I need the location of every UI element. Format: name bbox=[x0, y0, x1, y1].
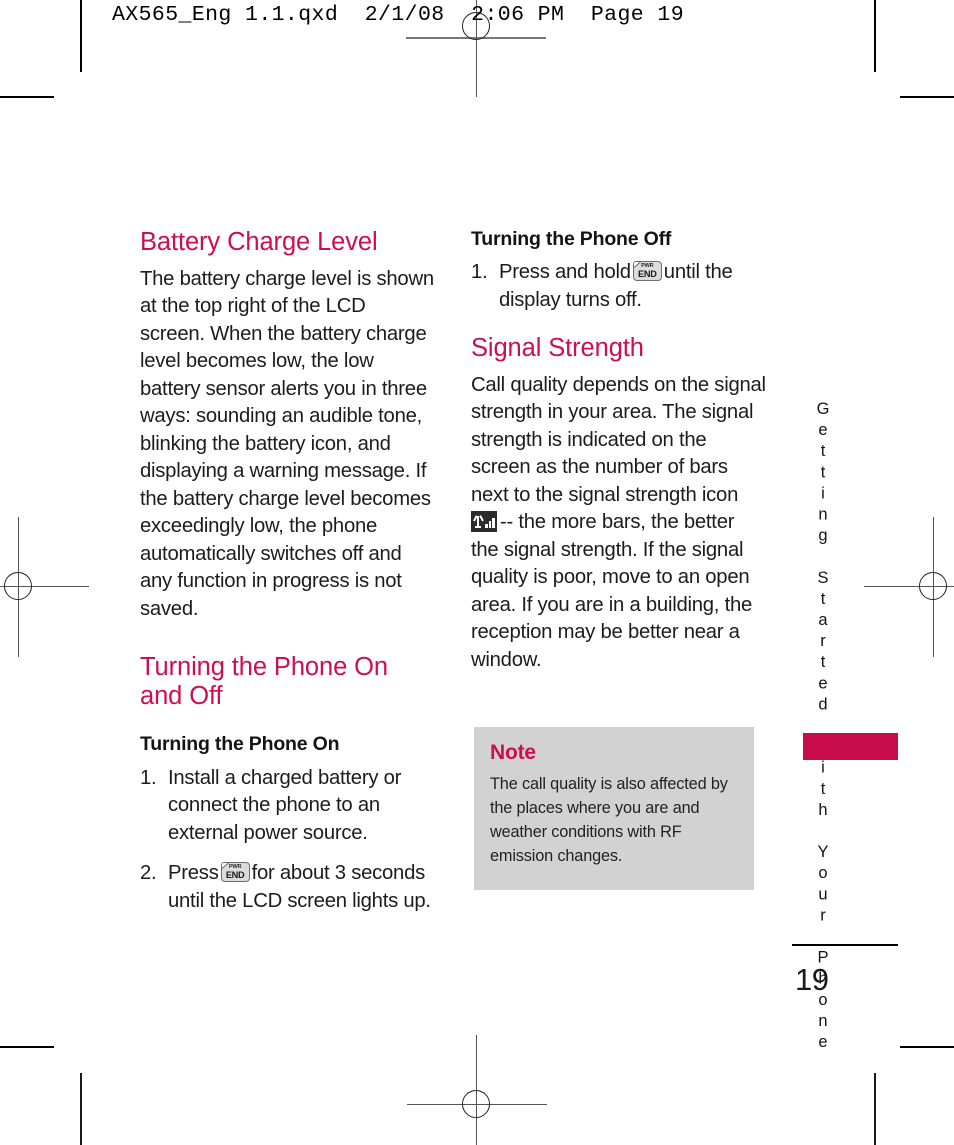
section-tab-marker bbox=[803, 733, 898, 760]
step-text: Install a charged battery or connect the… bbox=[168, 766, 402, 844]
key-label-end: END bbox=[638, 268, 657, 279]
heading-battery-charge-level: Battery Charge Level bbox=[140, 228, 378, 256]
note-body-text: The call quality is also affected by the… bbox=[490, 775, 728, 866]
signal-strength-icon bbox=[471, 511, 497, 533]
crop-mark-top-left-vertical bbox=[80, 0, 82, 72]
crop-mark-top-left-horizontal bbox=[0, 96, 54, 98]
list-item: 1. Press and hold PWR END until the display… bbox=[471, 259, 766, 314]
left-text-column: Battery Charge Level The battery charge … bbox=[140, 228, 435, 928]
paragraph-text-after-icon: -- the more bars, the better the signal … bbox=[471, 511, 753, 671]
signal-bar-2 bbox=[488, 521, 492, 529]
right-text-column: Turning the Phone Off 1. Press and hold P… bbox=[471, 228, 766, 690]
registration-ring bbox=[4, 572, 32, 600]
list-item: 2. Press PWR END for about 3 seconds until … bbox=[140, 860, 435, 915]
crop-mark-top-right-horizontal bbox=[900, 96, 954, 98]
step-number: 1. bbox=[140, 766, 157, 789]
power-end-key-icon: PWR END bbox=[632, 261, 662, 282]
heading-turning-phone-on-and-off: Turning the Phone On and Off bbox=[140, 653, 388, 710]
signal-bar-1 bbox=[485, 524, 488, 529]
list-item: 1. Install a charged battery or connect … bbox=[140, 765, 435, 848]
registration-target-left bbox=[0, 517, 89, 657]
crop-mark-bottom-right-vertical bbox=[874, 1073, 876, 1145]
power-end-key-icon: PWR END bbox=[220, 862, 250, 883]
crop-mark-bottom-right-horizontal bbox=[900, 1046, 954, 1048]
step-text-before-icon: Press and hold bbox=[499, 261, 631, 284]
note-callout-box: Note The call quality is also affected b… bbox=[474, 727, 754, 891]
crop-mark-bottom-left-horizontal bbox=[0, 1046, 54, 1048]
file-info-header: AX565_Eng 1.1.qxd 2/1/08 2:06 PM Page 19 bbox=[112, 3, 684, 27]
antenna-arm-right bbox=[478, 515, 484, 522]
subheading-turning-the-phone-off: Turning the Phone Off bbox=[471, 228, 672, 250]
heading-signal-strength: Signal Strength bbox=[471, 334, 644, 363]
antenna-base bbox=[475, 525, 481, 528]
key-label-end: END bbox=[225, 869, 245, 880]
step-text-before-icon: Press bbox=[168, 862, 219, 885]
steps-turning-phone-off: 1. Press and hold PWR END until the display… bbox=[471, 259, 766, 314]
paragraph-battery-charge-level: The battery charge level is shown at the… bbox=[140, 267, 434, 620]
page-number: 19 bbox=[795, 962, 829, 997]
folio-rule bbox=[792, 944, 898, 946]
paragraph-text-before-icon: Call quality depends on the signal stren… bbox=[471, 373, 766, 506]
step-number: 1. bbox=[471, 261, 488, 284]
registration-ring bbox=[919, 572, 947, 600]
registration-target-right bbox=[864, 517, 954, 657]
registration-target-bottom bbox=[407, 1035, 547, 1145]
paragraph-signal-strength: Call quality depends on the signal stren… bbox=[471, 372, 766, 675]
steps-turning-phone-on: 1. Install a charged battery or connect … bbox=[140, 765, 435, 916]
registration-ring bbox=[462, 1090, 490, 1118]
signal-bar-3 bbox=[492, 518, 495, 529]
note-title: Note bbox=[490, 741, 536, 764]
side-running-head: Getting Started with Your Phone bbox=[814, 400, 832, 1055]
crop-mark-top-right-vertical bbox=[874, 0, 876, 72]
page-canvas: AX565_Eng 1.1.qxd 2/1/08 2:06 PM Page 19… bbox=[0, 0, 954, 1145]
subheading-turning-the-phone-on: Turning the Phone On bbox=[140, 733, 340, 756]
step-number: 2. bbox=[140, 862, 157, 885]
crop-mark-bottom-left-vertical bbox=[80, 1073, 82, 1145]
